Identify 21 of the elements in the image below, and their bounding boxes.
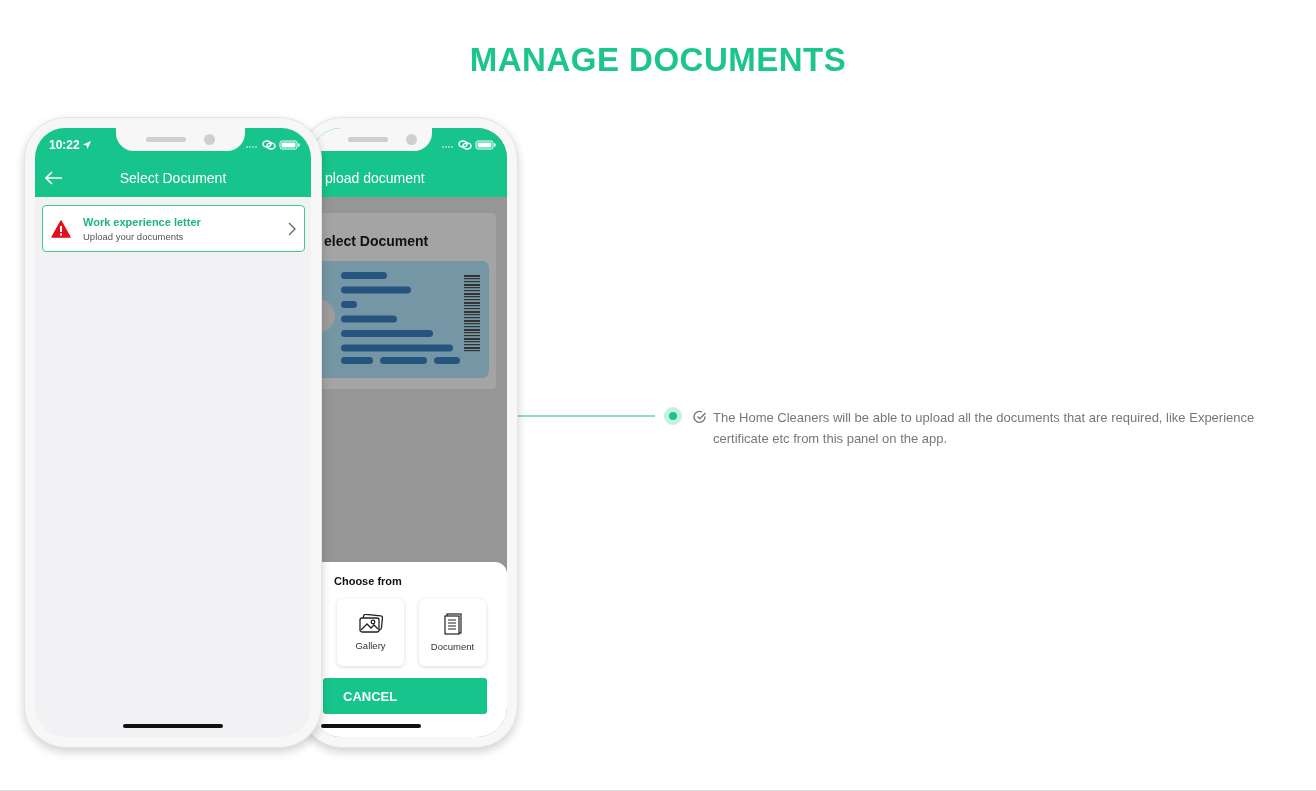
feature-description: The Home Cleaners will be able to upload all the documents that are required, like Experience certificate etc from this panel on the app.: [713, 409, 1256, 448]
screen-title: Select Document: [118, 169, 228, 186]
location-arrow-icon: [82, 141, 91, 149]
source-option-button[interactable]: Gallery: [337, 599, 404, 666]
screen-title: pload document: [325, 169, 425, 186]
check-circle-icon: [693, 410, 707, 424]
status-icons: [441, 139, 497, 151]
document-title: Work experience letter: [83, 215, 202, 228]
document-list-item[interactable]: Work experience letter Upload your documents: [42, 205, 305, 252]
card-title: elect Document: [323, 233, 430, 249]
status-time: 10:22: [35, 128, 116, 152]
document-subtitle: Upload your documents: [83, 230, 185, 242]
page-title: MANAGE DOCUMENTS: [469, 40, 847, 80]
source-option-button[interactable]: Document: [419, 599, 486, 666]
warning-icon: [51, 219, 71, 238]
sheet-title: Choose from: [333, 575, 403, 587]
status-icons: [245, 139, 301, 151]
pictures-icon: [358, 614, 383, 634]
document-icon: [443, 613, 462, 635]
marker-dot: [664, 407, 682, 425]
chevron-right-icon: [288, 221, 296, 236]
